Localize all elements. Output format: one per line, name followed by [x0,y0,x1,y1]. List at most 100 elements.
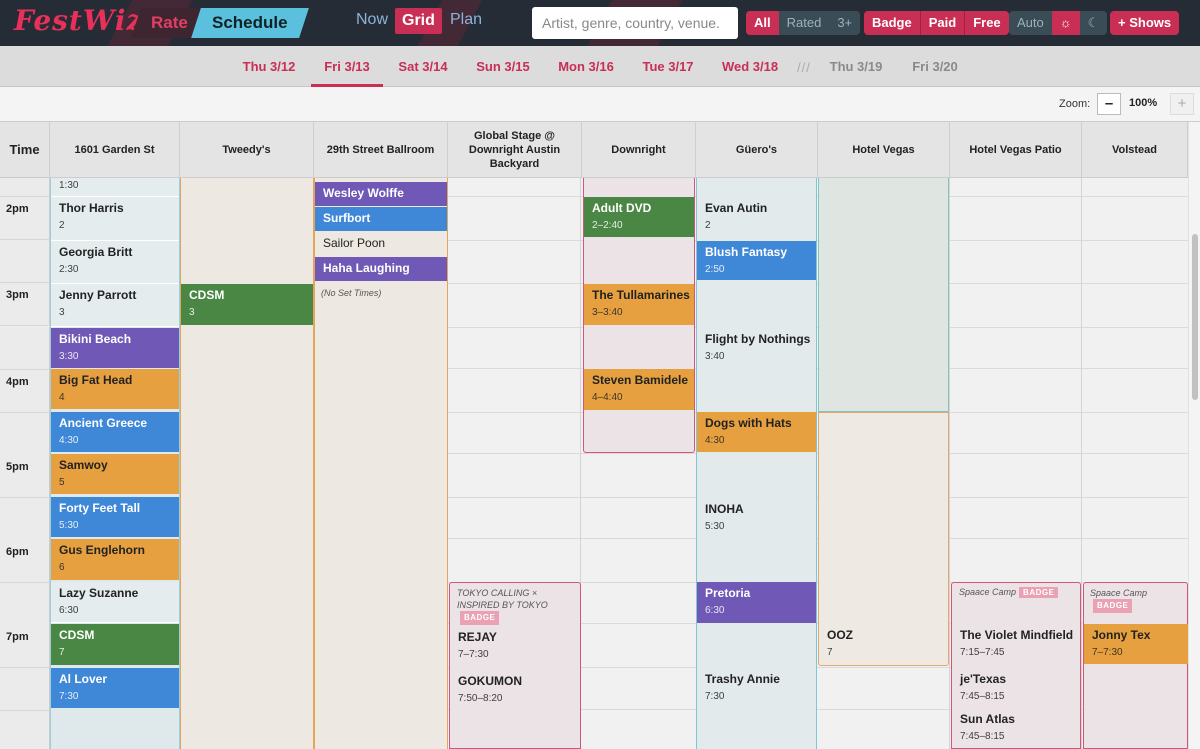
act-name: Gus Englehorn [59,543,146,557]
day-tab[interactable]: Mon 3/16 [549,46,623,87]
filter-badge-button[interactable]: Badge [864,11,920,35]
act-name: Haha Laughing [323,261,410,275]
sun-icon[interactable]: ☼ [1051,11,1080,35]
day-tab[interactable]: Wed 3/18 [713,46,787,87]
venue-header[interactable]: Downright [582,122,696,178]
act-time: 7:50–8:20 [458,693,503,704]
venue-header[interactable]: Güero's [696,122,818,178]
act-block[interactable]: Wesley Wolffe [315,182,447,206]
act-time: 3 [189,307,195,318]
search-input[interactable] [532,7,738,39]
time-slot: 7pm [0,625,50,668]
act-block[interactable]: Bikini Beach 3:30 [51,328,179,368]
act-block[interactable]: Evan Autin 2 [697,197,816,240]
add-shows-button[interactable]: + Shows [1110,11,1180,35]
act-block[interactable]: Steven Bamidele 4–4:40 [584,369,694,410]
act-block[interactable]: Blush Fantasy 2:50 [697,241,816,280]
event-title-text: Spaace Camp [1090,588,1148,598]
scrollbar-thumb[interactable] [1192,234,1198,400]
act-time: 5:30 [705,521,725,532]
act-time: 7:45–8:15 [960,691,1005,702]
venue-header[interactable]: Global Stage @ Downright Austin Backyard [448,122,582,178]
day-tab[interactable]: Tue 3/17 [632,46,704,87]
act-block[interactable]: REJAY 7–7:30 [450,626,580,666]
now-view-tab[interactable]: Now [356,11,388,29]
event-title: Spaace CampBADGE [959,587,1059,598]
act-time: 5:30 [59,520,79,531]
app-logo[interactable]: FestWiz [14,4,143,37]
venue-header[interactable]: 1601 Garden St [50,122,180,178]
act-block[interactable]: Jenny Parrott 3 [51,284,179,327]
act-block[interactable]: Jonny Tex 7–7:30 [1084,624,1188,664]
act-block[interactable]: Adult DVD 2–2:40 [584,197,694,237]
act-time: 7–7:30 [458,649,489,660]
act-block[interactable]: Big Fat Head 4 [51,369,179,409]
day-tab[interactable]: Thu 3/19 [820,46,892,87]
day-tab[interactable]: Sun 3/15 [467,46,539,87]
schedule-mode-button[interactable]: Schedule [191,8,309,38]
badge-label: BADGE [1093,599,1133,613]
act-block[interactable]: Sailor Poon [315,232,447,256]
filter-rated-button[interactable]: Rated [779,11,830,35]
venue-header[interactable]: Hotel Vegas [818,122,950,178]
venue-header[interactable]: 29th Street Ballroom [314,122,448,178]
plan-view-tab[interactable]: Plan [450,11,482,29]
filter-3plus-button[interactable]: 3+ [829,11,860,35]
zoom-in-button[interactable]: + [1170,93,1194,115]
act-block[interactable]: Lazy Suzanne 6:30 [51,582,179,623]
time-slot: 4pm [0,370,50,413]
venue-header[interactable]: Volstead [1082,122,1188,178]
day-tab[interactable]: Thu 3/12 [233,46,305,87]
theme-auto-button[interactable]: Auto [1009,11,1052,35]
act-block[interactable]: Dogs with Hats 4:30 [697,412,816,452]
time-slot [0,240,50,283]
venue-header[interactable]: Tweedy's [180,122,314,178]
act-block[interactable]: Sun Atlas 7:45–8:15 [952,708,1080,748]
day-tab-selected[interactable]: Fri 3/13 [311,46,383,87]
act-name: Pretoria [705,586,751,600]
act-block[interactable]: je'Texas 7:45–8:15 [952,668,1080,706]
act-block[interactable]: Flight by Nothings 3:40 [697,328,816,368]
vertical-scrollbar[interactable] [1188,122,1200,749]
act-block[interactable]: Trashy Annie 7:30 [697,668,816,708]
act-block[interactable]: Al Lover 7:30 [51,668,179,708]
zoom-out-button[interactable]: – [1097,93,1121,115]
act-name: Sailor Poon [323,236,386,250]
act-block[interactable]: GOKUMON 7:50–8:20 [450,670,580,710]
rating-filter: All Rated 3+ [746,11,861,35]
act-name: Lazy Suzanne [59,586,139,600]
filter-free-button[interactable]: Free [964,11,1008,35]
act-block[interactable]: Surfbort [315,207,447,231]
act-block[interactable]: INOHA 5:30 [697,498,816,538]
act-block[interactable]: Samwoy 5 [51,454,179,494]
act-block[interactable]: Ancient Greece 4:30 [51,412,179,452]
moon-icon[interactable]: ☾ [1080,11,1108,35]
day-tab[interactable]: Fri 3/20 [899,46,971,87]
act-block[interactable]: Haha Laughing [315,257,447,281]
act-block[interactable]: Gus Englehorn 6 [51,539,179,580]
act-block[interactable]: The Violet Mindfield 7:15–7:45 [952,624,1080,664]
act-block[interactable]: 1:30 [51,178,179,197]
filter-all-button[interactable]: All [746,11,779,35]
grid-view-tab[interactable]: Grid [395,8,442,34]
day-tab[interactable]: Sat 3/14 [387,46,459,87]
act-name: Wesley Wolffe [323,186,404,200]
badge-label: BADGE [460,611,500,625]
act-block[interactable]: CDSM 7 [51,624,179,665]
act-block[interactable]: Thor Harris 2 [51,197,179,241]
act-block[interactable]: Pretoria 6:30 [697,582,816,623]
act-block[interactable]: CDSM 3 [181,284,313,325]
act-time: 7 [59,647,65,658]
act-name: CDSM [59,628,95,642]
day-separator: /// [797,60,811,75]
act-name: OOZ [827,628,853,642]
zoom-label: Zoom: [1059,98,1091,110]
act-block[interactable]: The Tullamarines 3–3:40 [584,284,694,325]
schedule-grid[interactable]: 2pm 3pm 4pm 5pm 6pm 7pm Time 1601 Garden… [0,122,1188,749]
act-block[interactable]: Forty Feet Tall 5:30 [51,497,179,537]
act-block[interactable]: Georgia Britt 2:30 [51,241,179,284]
filter-paid-button[interactable]: Paid [919,11,964,35]
act-name: Thor Harris [59,201,124,215]
venue-header[interactable]: Hotel Vegas Patio [950,122,1082,178]
act-block[interactable]: OOZ 7 [819,624,948,664]
